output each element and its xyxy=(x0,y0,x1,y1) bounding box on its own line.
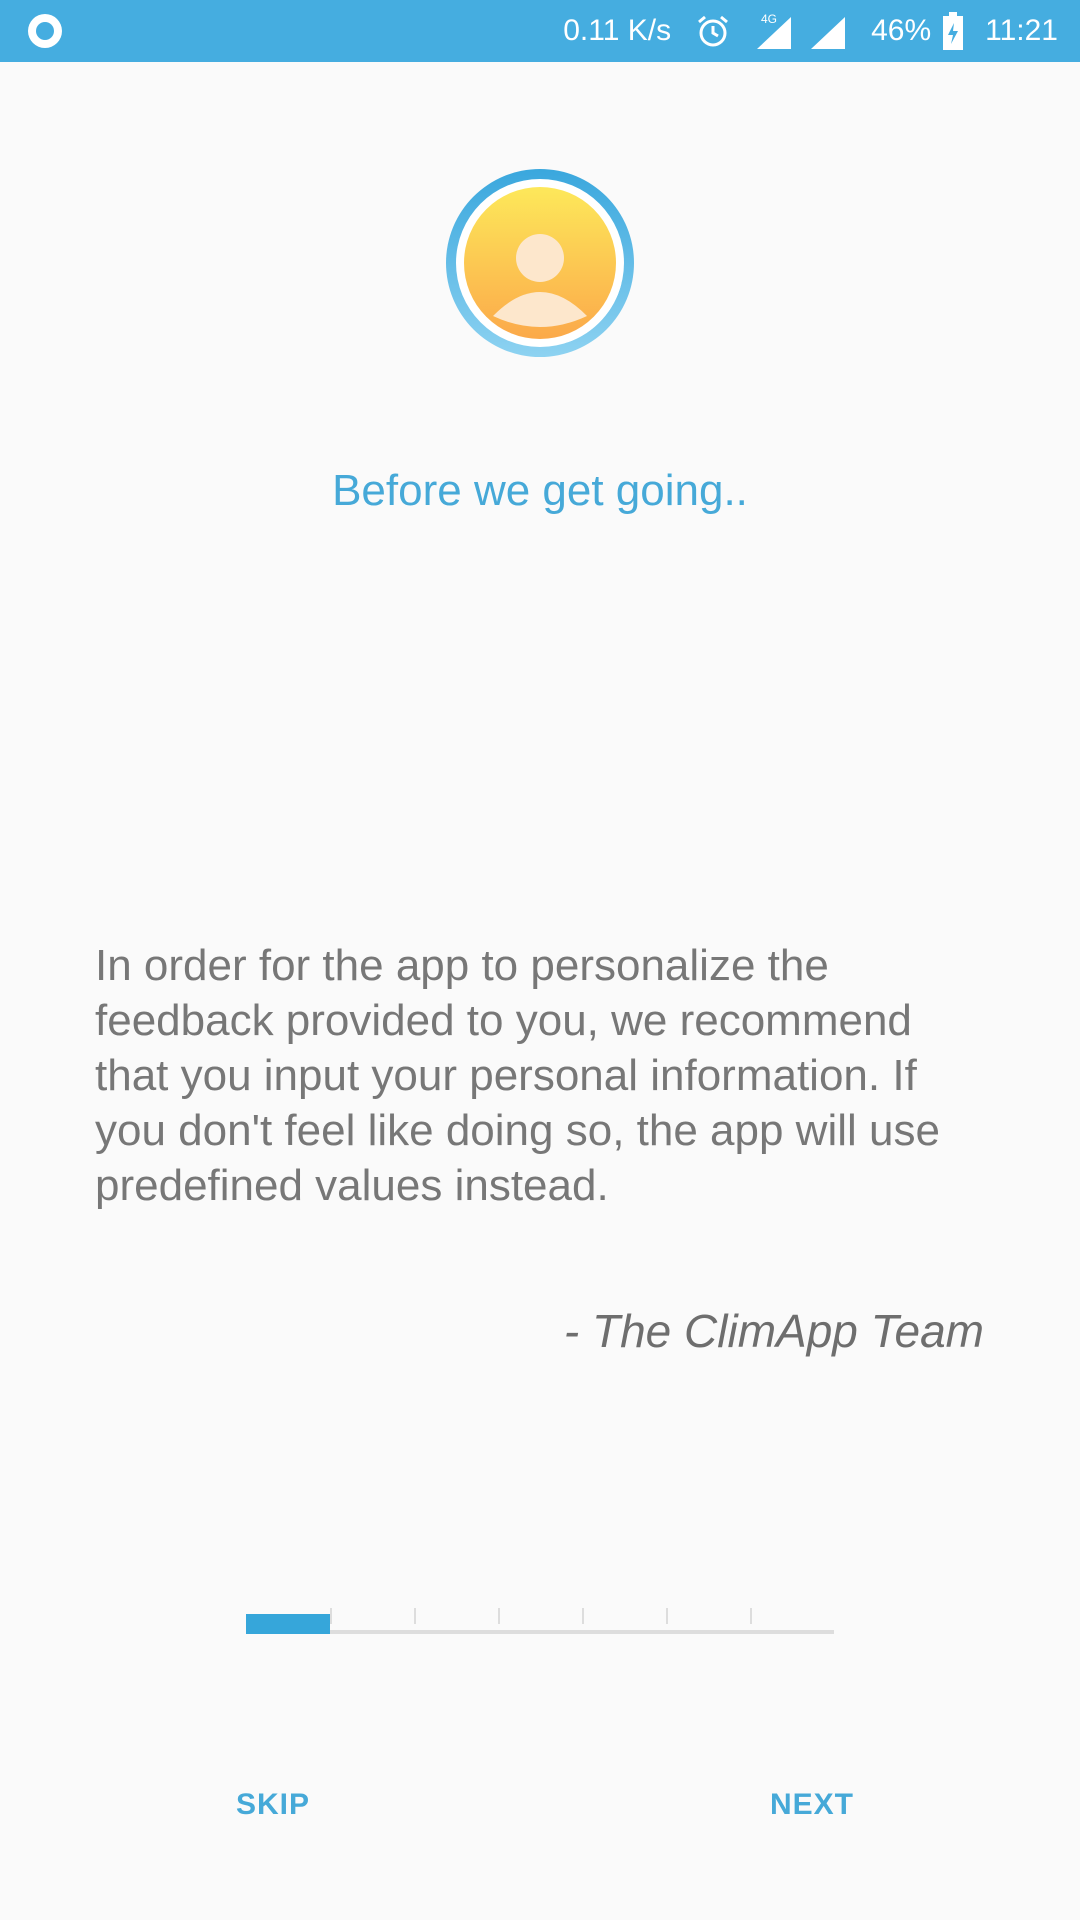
progress-track xyxy=(246,1630,834,1634)
status-indicators: 0.11 K/s 4G 46% 11:21 xyxy=(563,0,1058,62)
progress-tick xyxy=(498,1608,500,1624)
cell-signal-icon xyxy=(811,17,846,49)
progress-tick xyxy=(414,1608,416,1624)
circle-dot-icon xyxy=(28,14,62,48)
network-type-label: 4G xyxy=(761,12,777,26)
intro-paragraph: In order for the app to personalize the … xyxy=(95,941,940,1210)
battery-charging-icon xyxy=(943,12,964,50)
user-avatar-icon xyxy=(446,169,634,357)
alarm-clock-icon xyxy=(698,15,729,47)
next-button[interactable]: NEXT xyxy=(754,1780,870,1830)
clock-time: 11:21 xyxy=(985,14,1058,47)
battery-percent: 46% xyxy=(871,14,932,47)
progress-tick xyxy=(666,1608,668,1624)
status-bar: 0.11 K/s 4G 46% 11:21 xyxy=(0,0,1080,62)
cell-signal-icon: 4G xyxy=(757,12,792,49)
net-speed: 0.11 K/s xyxy=(563,14,672,47)
skip-button[interactable]: SKIP xyxy=(220,1780,326,1830)
progress-tick xyxy=(750,1608,752,1624)
progress-tick xyxy=(330,1608,332,1624)
progress-tick xyxy=(582,1608,584,1624)
page-title: Before we get going.. xyxy=(332,466,748,515)
progress-fill xyxy=(246,1614,330,1634)
team-signature: - The ClimApp Team xyxy=(563,1305,984,1357)
